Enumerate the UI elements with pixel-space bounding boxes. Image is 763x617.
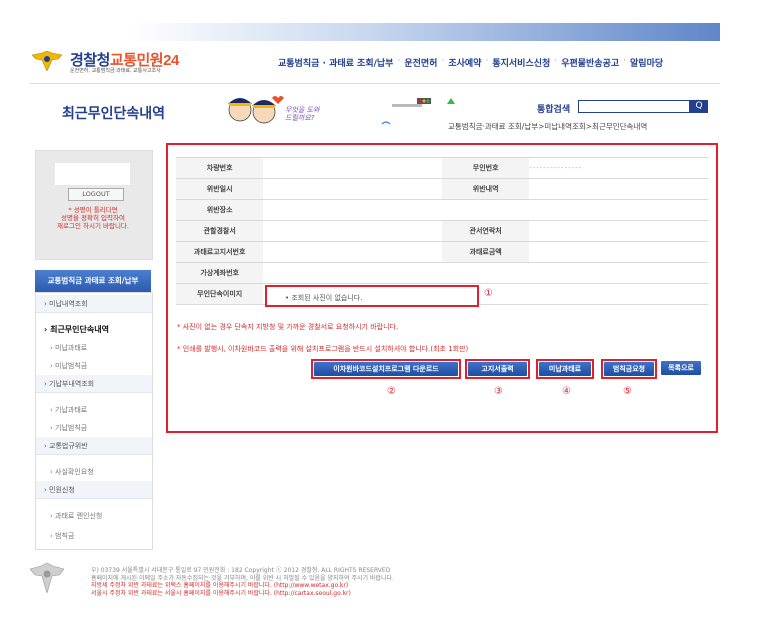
police-logo-icon[interactable] [32,51,62,71]
nav-notice[interactable]: 알림마당 [628,56,665,69]
sidebar-item-paid-fine[interactable]: › 기납과태료 [36,401,152,419]
value-violation-detail [529,178,708,200]
top-navigation: 교통범칙금 · 과태료 조회/납부 · 운전면허 · 조사예약 · 통지서비스신청 · … [276,56,665,69]
value-station-contact [529,220,708,242]
label-violation-datetime: 위반일시 [176,178,264,200]
label-violation-location: 위반장소 [176,199,264,221]
logout-button[interactable]: LOGOUT [68,188,124,201]
no-photo-message-box: • 조회된 사진이 없습니다. [265,285,479,307]
sidebar-item-unpaid-fine[interactable]: › 미납과태료 [36,339,152,357]
value-police-station [263,220,442,242]
sidebar-item-paid-penalty[interactable]: › 기납범칙금 [36,419,152,437]
download-button-frame: 이차원바코드설치프로그램 다운로드 [311,359,461,379]
marker-1: ① [484,288,493,299]
table-row: 차량번호 무인번호 --------------- [176,157,708,179]
sidebar-item-unpaid-inquiry[interactable]: › 미납내역조회 [36,295,152,313]
nav-fine-inquiry[interactable]: 교통범칙금 · 과태료 조회/납부 [276,56,395,69]
search-label: 통합검색 [537,105,571,115]
unpaid-button-frame: 미납과태료 [536,359,594,379]
label-station-contact: 관서연락처 [441,220,530,242]
sidebar-item-paid-inquiry[interactable]: › 기납부내역조회 [36,375,152,393]
label-enforcement-number: 무인번호 [441,157,530,179]
label-police-station: 관할경찰서 [176,220,264,242]
unpaid-penalty-button[interactable]: 미납과태료 [539,362,591,376]
police-mascot-illustration [228,96,455,125]
photo-notice: * 사진이 없는 경우 단속지 지방청 및 가까운 경찰서로 요청하시기 바랍니… [177,323,399,331]
value-enforcement-number: --------------- [529,157,708,179]
marker-4: ④ [562,386,571,397]
value-virtual-account [263,262,708,284]
site-logo-subtitle: 운전면허, 교통범칙금·과태료, 교통사고조사 [70,68,161,74]
table-row: 과태료고지서번호 과태료금액 [176,241,708,263]
sidebar-item-traffic-violation[interactable]: › 교통법규위반 [36,437,152,455]
print-notice-button[interactable]: 고지서출력 [468,362,527,376]
table-row: 가상계좌번호 [176,262,708,284]
nav-notification[interactable]: 통지서비스신청 [490,56,552,69]
sidebar-item-fine[interactable]: › 범칙금 [36,527,152,545]
no-photo-message: • 조회된 사진이 없습니다. [285,294,363,302]
header-divider [30,83,720,84]
sidebar-item-civil-request[interactable]: › 민원신청 [36,481,152,499]
search-icon[interactable]: Q [690,100,708,113]
install-notice: * 인쇄를 발행시, 이차원바코드 출력을 위해 설치프로그램을 반드시 설치하… [177,345,469,353]
value-notice-number [263,241,442,263]
table-row: 위반장소 [176,199,708,221]
breadcrumb: 교통범칙금·과태료 조회/납부>미납내역조회>최근무인단속내역 [448,122,648,131]
back-to-list-button[interactable]: 목록으로 [661,361,701,375]
nav-reservation[interactable]: 조사예약 [446,56,483,69]
footer-info: 우) 03739 서울특별시 서대문구 통일로 97 민원전화 : 182 Co… [91,567,394,597]
marker-2: ② [387,386,396,397]
sidebar-menu: › 미납내역조회 › 최근무인단속내역 › 미납과태료 › 미납범칙금 › 기납… [35,292,153,550]
page-title: 최근무인단속내역 [62,106,166,122]
nav-returned-mail[interactable]: 우편물반송공고 [559,56,621,69]
list-button-wrap: 목록으로 [661,361,701,375]
marker-5: ⑤ [623,386,632,397]
search-input[interactable] [578,100,690,113]
footer-seoul-link[interactable]: 서울시 주정차 위반 과태료는 서울시 홈페이지를 이용해주시기 바랍니다. (… [91,590,394,598]
sidebar-item-fact-check[interactable]: › 사실확인요청 [36,463,152,481]
label-vehicle-number: 차량번호 [176,157,264,179]
label-penalty-amount: 과태료금액 [441,241,530,263]
top-decor-bar [130,23,720,41]
footer-address: 우) 03739 서울특별시 서대문구 통일로 97 민원전화 : 182 Co… [91,567,391,574]
nav-license[interactable]: 운전면허 [402,56,439,69]
enforcement-detail-table: 차량번호 무인번호 --------------- 위반일시 위반내역 위반장소… [176,157,708,305]
fine-request-button[interactable]: 범칙금요청 [604,362,654,376]
value-vehicle-number [263,157,442,179]
footer-wetax-link[interactable]: 지방세 주정차 위반 과태료는 위택스 홈페이지를 이용해주시기 바랍니다. (… [91,582,394,590]
sidebar-heading[interactable]: 교통범칙금 과태료 조회/납부 [35,270,151,292]
label-violation-detail: 위반내역 [441,178,530,200]
print-button-frame: 고지서출력 [465,359,530,379]
value-violation-datetime [263,178,442,200]
value-penalty-amount [529,241,708,263]
user-info-box [55,163,130,185]
marker-3: ③ [494,386,503,397]
barcode-program-download-button[interactable]: 이차원바코드설치프로그램 다운로드 [314,362,458,376]
sidebar-item-unpaid-penalty[interactable]: › 미납범칙금 [36,357,152,375]
sidebar-item-recent-enforcement[interactable]: › 최근무인단속내역 [36,321,152,339]
label-virtual-account: 가상계좌번호 [176,262,264,284]
sidebar-item-penalty-request[interactable]: › 과태료 렌인신청 [36,507,152,525]
login-message: * 성명이 틀리다면 성명을 정확히 입력하여 재로그인 하시기 바랍니다. [57,206,129,230]
footer-police-emblem-icon [30,563,64,593]
footer-email-policy: 홈페이지에 게시된 이메일 주소가 자동수집되는 것을 거부하며, 이를 위반 … [91,574,394,582]
table-row: 관할경찰서 관서연락처 [176,220,708,242]
label-notice-number: 과태료고지서번호 [176,241,264,263]
value-violation-location [263,199,708,221]
label-enforcement-image: 무인단속이미지 [176,283,264,305]
mascot-speech-text: 무엇을 도와드릴까요? [285,106,320,122]
table-row: 위반일시 위반내역 [176,178,708,200]
fine-button-frame: 범칙금요청 [601,359,657,379]
